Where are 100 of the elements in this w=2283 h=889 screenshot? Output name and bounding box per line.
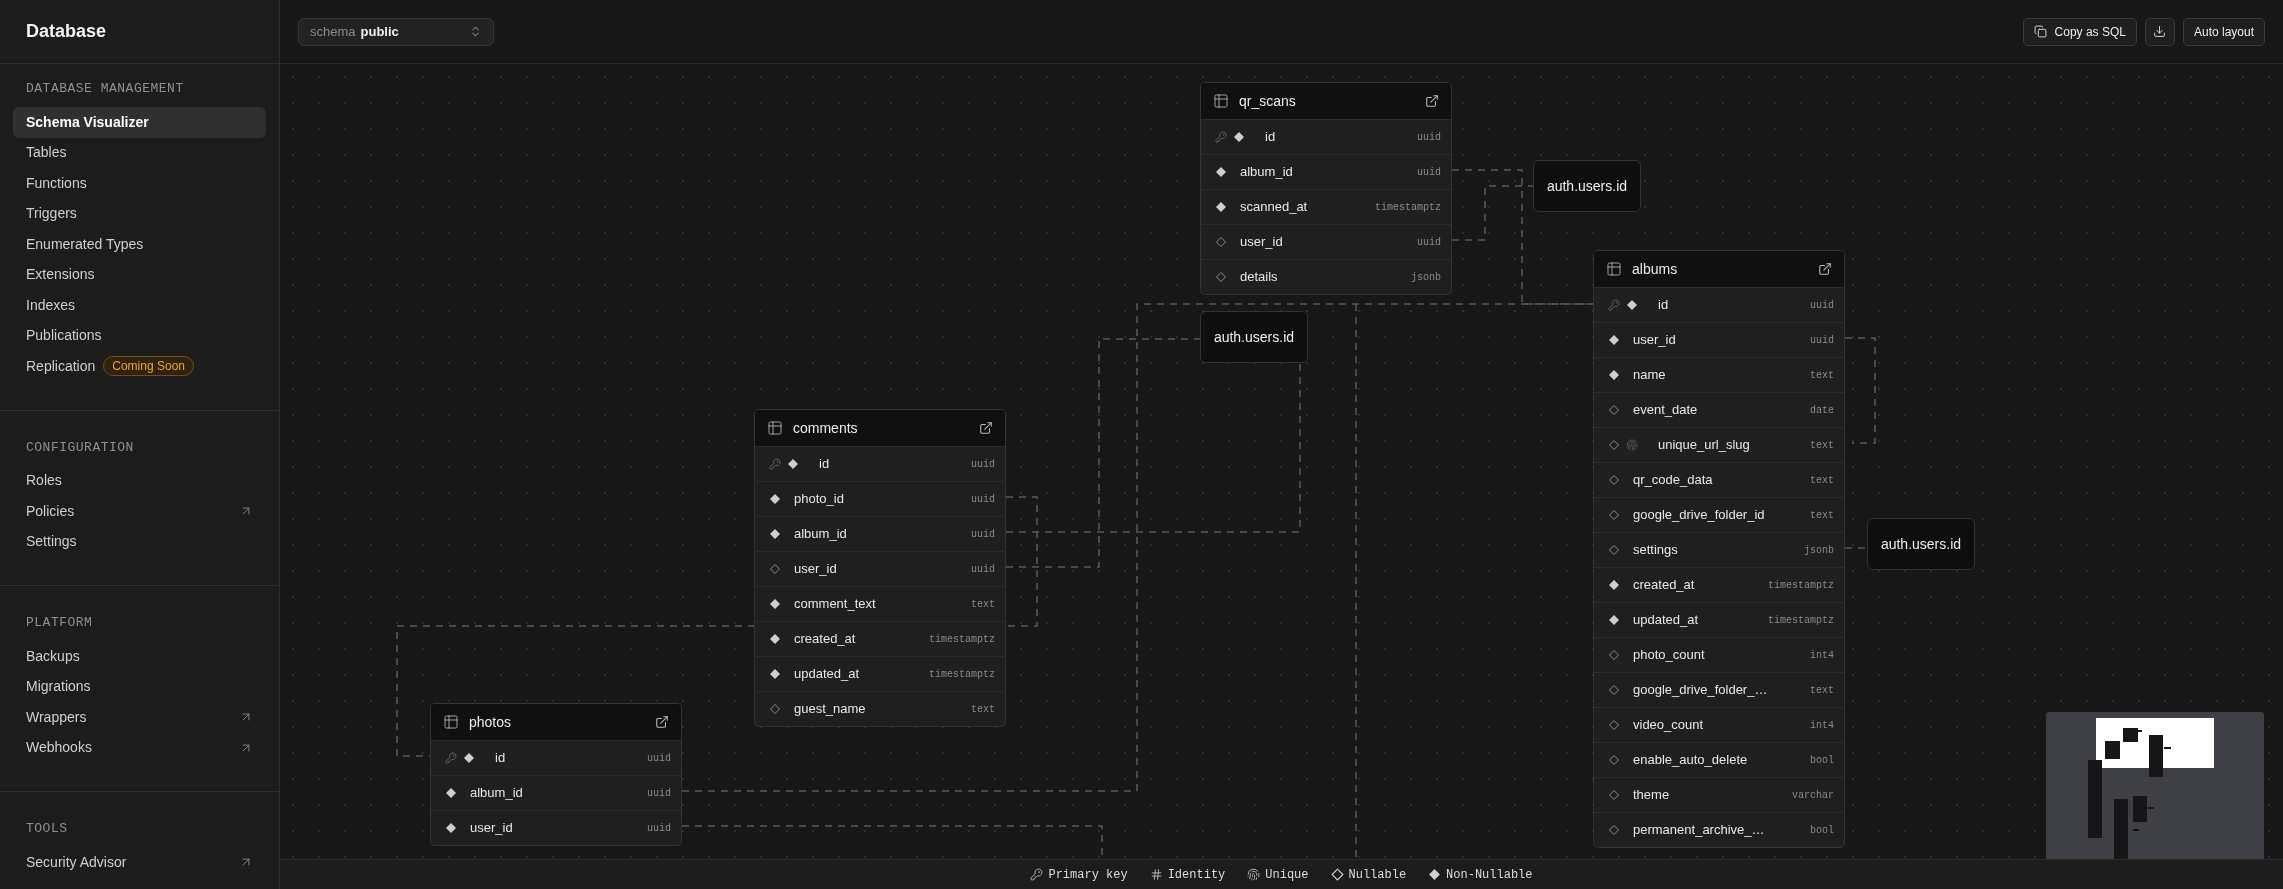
column-name: details bbox=[1240, 268, 1279, 287]
external-link-icon[interactable] bbox=[979, 421, 993, 435]
copy-icon bbox=[2033, 25, 2047, 38]
column-name: photo_id bbox=[794, 490, 845, 509]
schema-label: schema bbox=[310, 22, 356, 41]
table-icon bbox=[767, 420, 783, 436]
column-name: album_id bbox=[1240, 163, 1294, 182]
legend-label: Non-Nullable bbox=[1446, 866, 1533, 884]
legend-label: Primary key bbox=[1048, 866, 1128, 884]
reference-node[interactable]: auth.users.id bbox=[1200, 311, 1308, 363]
table-name: photos bbox=[469, 712, 513, 732]
legend-label: Nullable bbox=[1348, 866, 1407, 884]
sidebar-item[interactable]: Roles bbox=[13, 465, 266, 496]
key-icon bbox=[1030, 868, 1044, 881]
diamond-icon bbox=[1428, 868, 1442, 881]
column-type: timestamptz bbox=[929, 667, 995, 682]
schema-select[interactable]: schema public bbox=[298, 17, 494, 46]
item-label: Replication bbox=[26, 356, 96, 376]
sidebar-item[interactable]: Webhooks bbox=[13, 732, 266, 763]
column-type: bool bbox=[1810, 823, 1834, 838]
column-name: user_id bbox=[470, 819, 514, 838]
section-heading: DATABASE MANAGEMENT bbox=[25, 80, 185, 99]
column-name: google_drive_folder_… bbox=[1633, 681, 1769, 700]
auto-layout-button[interactable]: Auto layout bbox=[2182, 17, 2265, 46]
copy-sql-button[interactable]: Copy as SQL bbox=[2022, 17, 2137, 46]
diamond-icon bbox=[1330, 868, 1344, 881]
item-label: Roles bbox=[26, 471, 63, 491]
sidebar-item[interactable]: Publications bbox=[13, 320, 266, 351]
column-name: unique_url_slug bbox=[1658, 436, 1751, 455]
column-name: theme bbox=[1633, 786, 1671, 805]
column-name: updated_at bbox=[1633, 611, 1700, 630]
section-heading: PLATFORM bbox=[25, 614, 94, 633]
column-type: bool bbox=[1810, 753, 1834, 768]
download-icon bbox=[2153, 25, 2167, 38]
sidebar-item[interactable]: Security Advisor bbox=[13, 847, 266, 878]
reference-node[interactable]: auth.users.id bbox=[1533, 160, 1641, 212]
item-label: Webhooks bbox=[26, 738, 93, 758]
column-name: name bbox=[1633, 366, 1667, 385]
download-button[interactable] bbox=[2144, 17, 2175, 46]
minimap[interactable] bbox=[2046, 712, 2264, 859]
column-name: comment_text bbox=[794, 595, 877, 614]
reference-node[interactable]: auth.users.id bbox=[1867, 518, 1975, 570]
sidebar-item[interactable]: Indexes bbox=[13, 290, 266, 321]
legend-label: Unique bbox=[1265, 866, 1309, 884]
sidebar-item[interactable]: Migrations bbox=[13, 671, 266, 702]
sidebar-item[interactable]: Functions bbox=[13, 168, 266, 199]
item-label: Tables bbox=[26, 143, 68, 163]
column-type: uuid bbox=[1810, 333, 1834, 348]
column-type: timestamptz bbox=[1768, 613, 1834, 628]
sidebar-item[interactable]: Wrappers bbox=[13, 702, 266, 733]
column-type: uuid bbox=[1417, 130, 1441, 145]
table-name: qr_scans bbox=[1239, 91, 1297, 111]
schema-value: public bbox=[360, 22, 400, 41]
table-name: comments bbox=[793, 418, 859, 438]
item-label: Migrations bbox=[26, 677, 92, 697]
legend-label: Identity bbox=[1167, 866, 1226, 884]
sidebar-item[interactable]: Tables bbox=[13, 137, 266, 168]
sidebar-item[interactable]: Schema Visualizer bbox=[13, 107, 266, 138]
column-name: created_at bbox=[794, 630, 857, 649]
column-type: text bbox=[1810, 368, 1834, 383]
external-link-icon[interactable] bbox=[1425, 94, 1439, 108]
sidebar-item[interactable]: Policies bbox=[13, 496, 266, 527]
column-type: jsonb bbox=[1411, 270, 1441, 285]
item-label: Backups bbox=[26, 646, 81, 666]
column-name: qr_code_data bbox=[1633, 471, 1714, 490]
sidebar-item[interactable]: Extensions bbox=[13, 259, 266, 290]
relation-line bbox=[1844, 547, 1868, 549]
item-label: Schema Visualizer bbox=[26, 112, 150, 132]
item-label: Indexes bbox=[26, 295, 77, 315]
column-name: updated_at bbox=[794, 665, 861, 684]
column-type: text bbox=[1810, 508, 1834, 523]
column-type: uuid bbox=[971, 562, 995, 577]
sidebar-item[interactable]: Replication Coming Soon bbox=[13, 351, 266, 382]
column-type: timestamptz bbox=[1768, 578, 1834, 593]
hash-icon bbox=[1149, 868, 1163, 881]
external-link-icon[interactable] bbox=[655, 715, 669, 729]
column-type: uuid bbox=[971, 527, 995, 542]
column-type: int4 bbox=[1810, 648, 1834, 663]
sidebar-item[interactable]: Enumerated Types bbox=[13, 229, 266, 260]
column-name: enable_auto_delete bbox=[1633, 751, 1749, 770]
external-link-icon[interactable] bbox=[1818, 262, 1832, 276]
column-name: scanned_at bbox=[1240, 198, 1309, 217]
sidebar-item[interactable]: Triggers bbox=[13, 198, 266, 229]
table-icon bbox=[1606, 261, 1622, 277]
item-label: Policies bbox=[26, 501, 76, 521]
item-label: Extensions bbox=[26, 265, 96, 285]
column-name: event_date bbox=[1633, 401, 1699, 420]
column-name: album_id bbox=[794, 525, 848, 544]
column-type: uuid bbox=[647, 751, 671, 766]
item-label: Publications bbox=[26, 326, 103, 346]
sidebar-item[interactable]: Backups bbox=[13, 641, 266, 672]
sidebar-title: Database bbox=[26, 20, 107, 43]
column-name: user_id bbox=[794, 560, 838, 579]
column-type: timestamptz bbox=[929, 632, 995, 647]
column-type: jsonb bbox=[1804, 543, 1834, 558]
sidebar-item[interactable]: Settings bbox=[13, 526, 266, 557]
table-icon bbox=[443, 714, 459, 730]
column-name: id bbox=[495, 749, 507, 768]
column-name: video_count bbox=[1633, 716, 1705, 735]
fingerprint-icon bbox=[1247, 868, 1261, 881]
